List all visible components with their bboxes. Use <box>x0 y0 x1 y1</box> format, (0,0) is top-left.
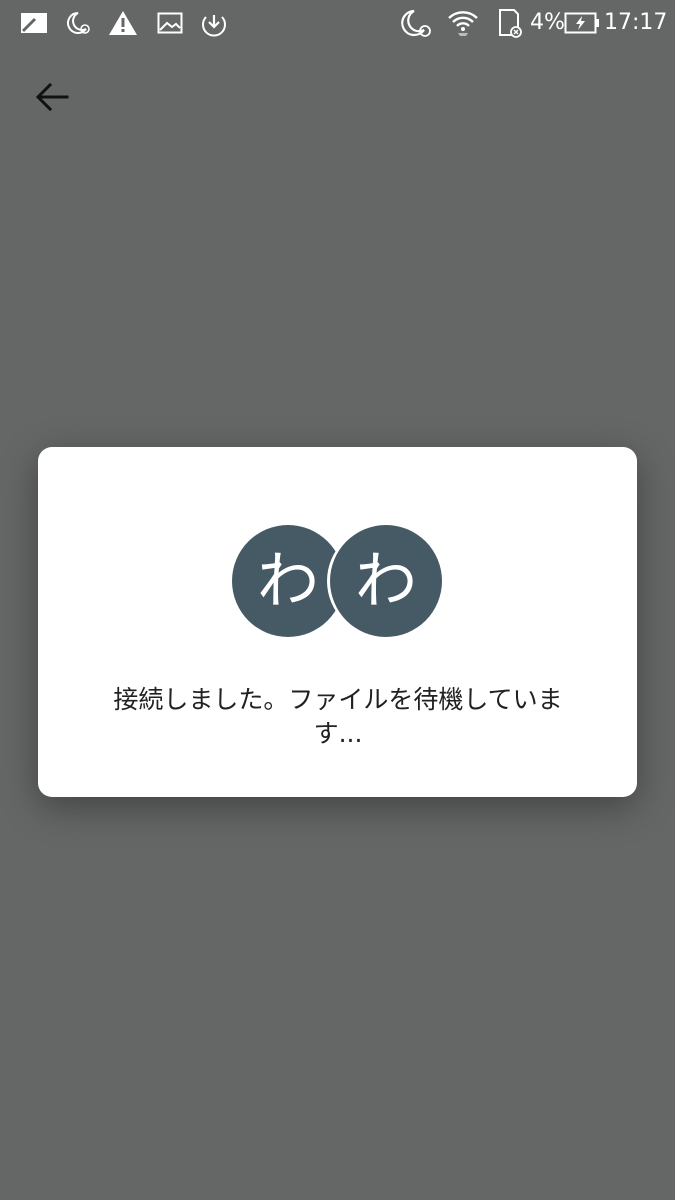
battery-charging-icon <box>564 8 600 38</box>
moon-alarm-icon <box>400 8 434 38</box>
back-button[interactable] <box>24 72 80 122</box>
avatar-group: わ わ <box>232 525 444 639</box>
avatar: わ <box>330 525 442 637</box>
moon-alarm-icon <box>66 8 92 38</box>
connection-dialog: わ わ 接続しました。ファイルを待機しています... <box>38 447 637 797</box>
dialog-message: 接続しました。ファイルを待機しています... <box>113 685 563 748</box>
avatar: わ <box>232 525 344 637</box>
sync-download-icon <box>199 8 229 38</box>
warning-icon <box>108 8 138 38</box>
status-bar: 4% 17:17 <box>0 0 675 46</box>
clock: 17:17 <box>604 10 668 35</box>
wifi-icon <box>446 8 480 38</box>
battery-percent: 4% <box>530 10 565 35</box>
image-icon <box>156 8 184 38</box>
notes-icon <box>18 8 50 38</box>
arrow-left-icon <box>35 82 69 112</box>
sd-card-icon <box>494 8 524 38</box>
